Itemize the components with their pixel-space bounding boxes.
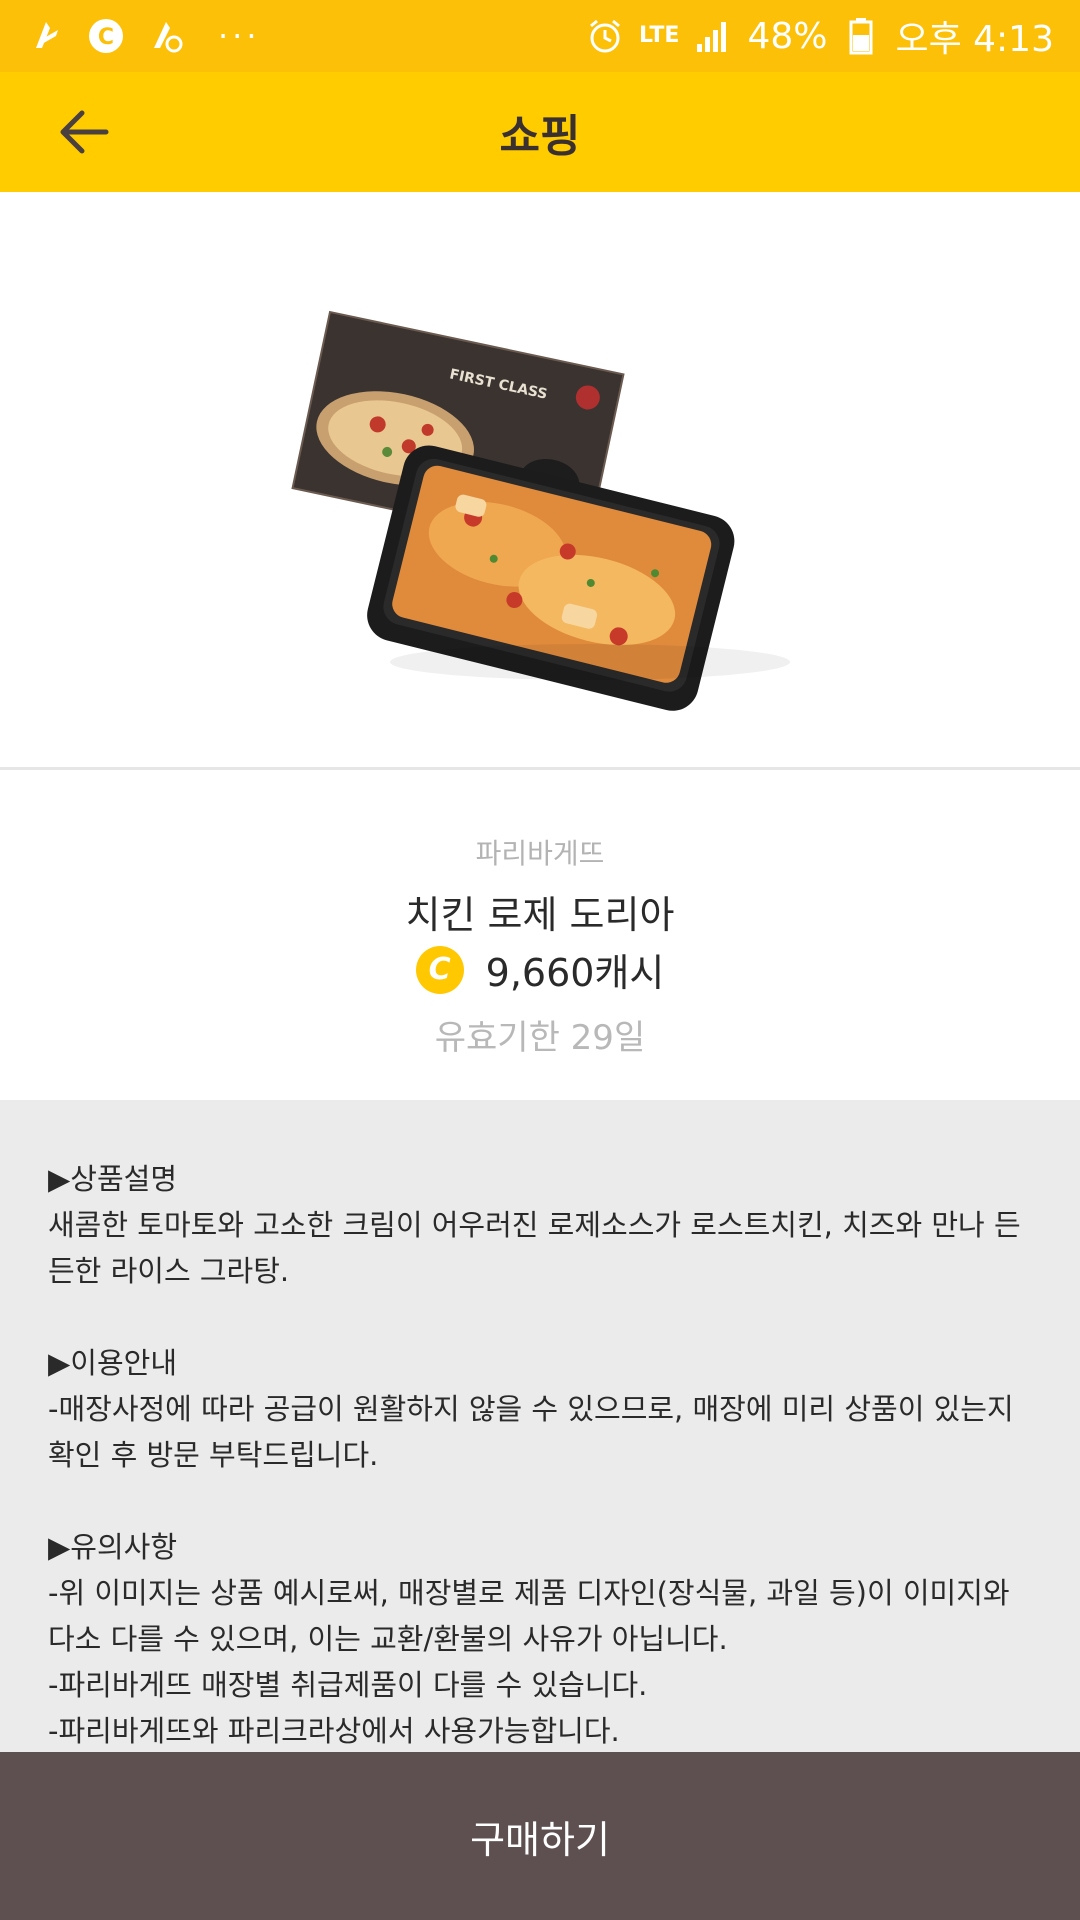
back-button[interactable]: [46, 94, 122, 170]
product-image: FIRST CLASS: [0, 192, 1080, 768]
validity-period: 유효기한 29일: [434, 1018, 646, 1058]
section-title-usage: ▶이용안내: [48, 1346, 178, 1380]
notes-line-3: -파리바게뜨와 파리크라상에서 사용가능합니다.: [48, 1714, 620, 1748]
section-body-description: 새콤한 토마토와 고소한 크림이 어우러진 로제소스가 로스트치킨, 치즈와 만…: [48, 1208, 1021, 1288]
product-name: 치킨 로제 도리아: [405, 893, 675, 937]
battery-icon: [841, 16, 881, 56]
product-description: ▶상품설명 새콤한 토마토와 고소한 크림이 어우러진 로제소스가 로스트치킨,…: [0, 1100, 1080, 1752]
page-title: 쇼핑: [499, 111, 581, 162]
section-title-notes: ▶유의사항: [48, 1530, 178, 1564]
price: 9,660캐시: [485, 951, 665, 995]
brand-name: 파리바게뜨: [475, 837, 605, 870]
signal-icon: [693, 16, 733, 56]
svg-text:C: C: [98, 25, 114, 50]
notification-icons: C ···: [26, 16, 261, 56]
app-notification-icon: [26, 16, 66, 56]
product-info: 파리바게뜨 치킨 로제 도리아 C 9,660캐시 유효기한 29일: [0, 770, 1080, 1100]
more-notifications-indicator: ···: [218, 17, 261, 55]
status-right: LTE 48% 오후 4:13: [585, 10, 1054, 62]
buy-button-label: 구매하기: [470, 1817, 610, 1862]
price-row: C 9,660캐시: [0, 942, 1080, 997]
alarm-icon: [585, 16, 625, 56]
clock: 오후 4:13: [895, 19, 1054, 60]
cash-notification-icon: C: [86, 16, 126, 56]
notes-line-1: -위 이미지는 상품 예시로써, 매장별로 제품 디자인(장식물, 과일 등)이…: [48, 1576, 1010, 1656]
network-type: LTE: [639, 23, 680, 48]
battery-percent: 48%: [747, 15, 828, 57]
product-photo: FIRST CLASS: [291, 310, 790, 711]
screen: C ··· LTE 48% 오후 4:13 쇼핑 FIRST CLASS 파리바…: [0, 0, 1080, 1920]
section-title-description: ▶상품설명: [48, 1162, 178, 1196]
arrow-left-icon: [60, 110, 109, 154]
buy-button[interactable]: 구매하기: [0, 1752, 1080, 1920]
app-notification-icon-2: [146, 16, 186, 56]
app-bar: 쇼핑: [0, 72, 1080, 192]
notes-line-2: -파리바게뜨 매장별 취급제품이 다를 수 있습니다.: [48, 1668, 648, 1702]
section-body-usage: -매장사정에 따라 공급이 원활하지 않을 수 있으므로, 매장에 미리 상품이…: [48, 1392, 1014, 1472]
status-bar: C ··· LTE 48% 오후 4:13: [0, 0, 1080, 72]
cash-coin-icon: C: [415, 945, 464, 994]
